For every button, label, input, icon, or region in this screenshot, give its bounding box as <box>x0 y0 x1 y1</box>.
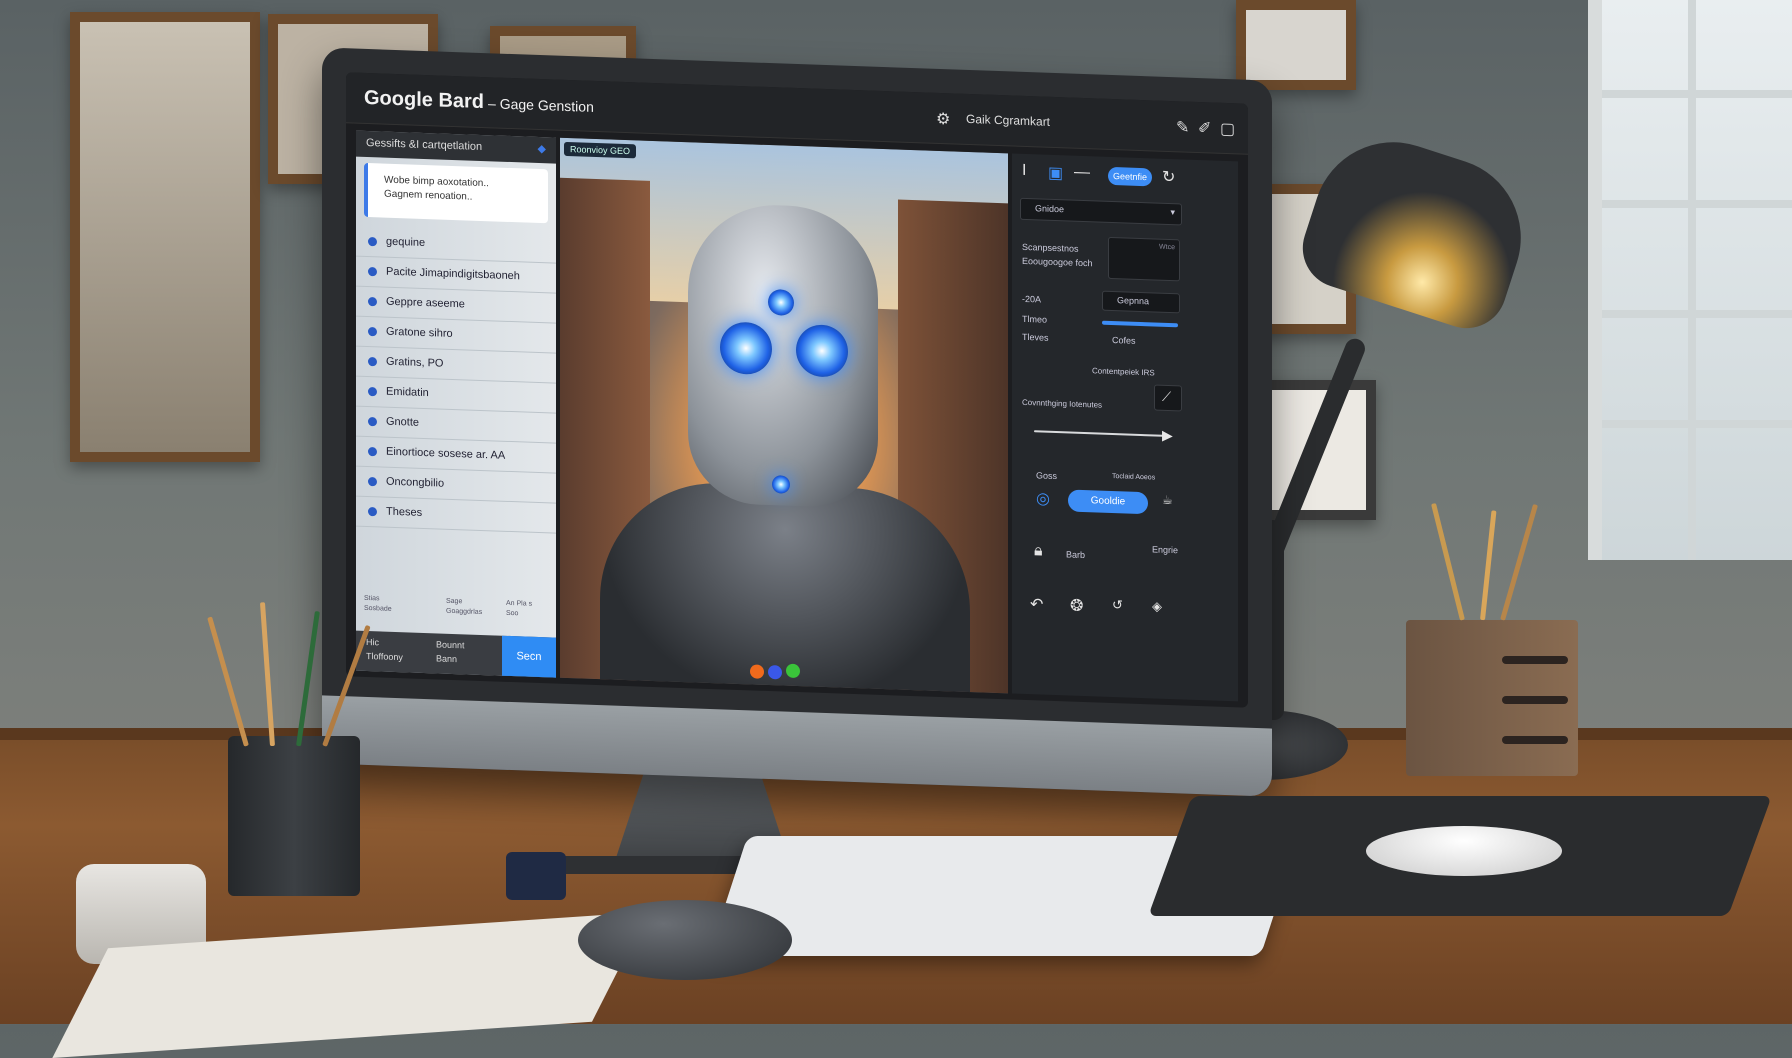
mouse[interactable] <box>1366 826 1562 876</box>
mini-label: An Pla s <box>506 599 533 608</box>
item-bullet-icon <box>368 327 377 337</box>
sidebar-item-label: Gratone sihro <box>386 325 453 340</box>
footer-left-top[interactable]: Hic <box>366 637 379 647</box>
organizer-slot <box>1502 736 1568 744</box>
palette-icon[interactable]: ❂ <box>1070 596 1083 616</box>
frame-tool-icon[interactable]: ▣ <box>1048 163 1063 184</box>
sidebar-item-label: Gratins, PO <box>386 355 444 370</box>
arrow-slider[interactable] <box>1034 430 1164 437</box>
sidebar-footer: Hic Tloffoony Bounnt Bann Secn <box>356 630 556 678</box>
sidebar-item-label: Theses <box>386 505 423 519</box>
robot-chin-light <box>772 475 790 494</box>
share-icon[interactable]: ◈ <box>1152 598 1162 614</box>
dropdown-value: Gnidoe <box>1035 203 1065 215</box>
item-bullet-icon <box>368 387 377 397</box>
footer-middle-bottom: Bann <box>436 653 458 665</box>
window-icon[interactable]: ▢ <box>1220 119 1235 140</box>
item-bullet-icon <box>368 477 377 487</box>
app-subtitle: – Gage Genstion <box>488 95 594 115</box>
send-button[interactable]: Secn <box>502 635 556 678</box>
row-a-right: Gepnna <box>1117 295 1150 307</box>
desk-organizer <box>1406 620 1578 776</box>
item-bullet-icon <box>368 417 377 427</box>
sidebar-header: Gessifts &I cartqetlation ◆ <box>356 130 556 164</box>
control-panel: I ▣ — Geetnfie ↻ Gnidoe ▾ Scanpsestnos E… <box>1012 153 1238 702</box>
sidebar-item-label: Gnotte <box>386 415 420 429</box>
mini-label: Stias <box>364 594 380 603</box>
rotate-icon[interactable]: ↺ <box>1112 597 1123 613</box>
sidebar-item[interactable]: Theses <box>356 496 556 534</box>
generate-button[interactable]: Geetnfie <box>1108 166 1152 187</box>
robot-eye-left <box>720 321 772 376</box>
robot-body <box>600 479 970 694</box>
robot-forehead-light <box>768 288 794 316</box>
label-contentpeiek: Contentpeiek IRS <box>1092 366 1155 378</box>
undo-icon[interactable]: ↶ <box>1030 594 1043 614</box>
footer-left-bottom: Tloffoony <box>366 650 403 663</box>
dropdown[interactable]: Gnidoe ▾ <box>1020 197 1182 226</box>
row-c-right: Cofes <box>1112 335 1136 346</box>
usb-clip <box>506 852 566 900</box>
sidebar-item-label: Einortioce sosese ar. AA <box>386 445 506 462</box>
sidebar-item-label: Emidatin <box>386 385 429 400</box>
mini-label: Sosbade <box>364 604 392 613</box>
color-dot-blue-icon <box>768 664 782 680</box>
sidebar-item-label: Oncongbilio <box>386 475 445 490</box>
sidebar-header-text: Gessifts &I cartqetlation <box>366 136 483 154</box>
canvas-tag: Roonvioy GEO <box>564 141 637 159</box>
pencil-cup <box>228 736 360 896</box>
mouse-dark[interactable] <box>578 900 792 980</box>
target-icon[interactable]: ◎ <box>1036 488 1050 508</box>
wall-photo-frame <box>1236 0 1356 90</box>
mini-label: Soo <box>506 609 519 618</box>
arrow-right-icon: ▶ <box>1162 426 1173 444</box>
brush-icon[interactable]: ✐ <box>1198 118 1211 138</box>
prompt-card[interactable]: Wobe bimp aoxotation.. Gagnem renoation.… <box>364 162 548 224</box>
line-tool-icon[interactable]: — <box>1074 164 1090 183</box>
row-a-field[interactable]: Gepnna <box>1102 290 1180 314</box>
secondary-button[interactable]: Gooldie <box>1068 489 1148 515</box>
lock-icon[interactable]: 🔒︎ <box>1034 542 1043 560</box>
toolbar-title: Gaik Cgramkart <box>966 111 1051 129</box>
footer-middle-top[interactable]: Bounnt <box>436 639 465 650</box>
sidebar-item-label: Geppre aseeme <box>386 295 465 311</box>
color-dot-orange-icon <box>750 664 764 679</box>
label-covnnthging: Covnnthging Iotenutes <box>1022 397 1103 410</box>
screen: Google Bard – Gage Genstion ⚙ Gaik Cgramk… <box>346 72 1248 708</box>
item-bullet-icon <box>368 297 377 307</box>
window <box>1588 0 1792 560</box>
chevron-down-icon: ▾ <box>1170 207 1175 218</box>
item-bullet-icon <box>368 357 377 367</box>
preview-field[interactable]: Wtce <box>1108 236 1180 282</box>
robot-head <box>688 202 878 509</box>
organizer-slot <box>1502 696 1568 704</box>
organizer-slot <box>1502 656 1568 664</box>
item-bullet-icon <box>368 507 377 517</box>
settings-gear-icon[interactable]: ⚙ <box>936 109 950 130</box>
mini-label: Goaggdrlas <box>446 607 483 617</box>
pen-icon[interactable]: ✎ <box>1176 117 1189 137</box>
sidebar: Gessifts &I cartqetlation ◆ Wobe bimp ao… <box>356 130 556 678</box>
sidebar-item-label: Pacite Jimapindigitsbaoneh <box>386 265 520 283</box>
monitor: Google Bard – Gage Genstion ⚙ Gaik Cgramk… <box>322 47 1272 797</box>
preview-field-label: Wtce <box>1159 243 1175 252</box>
text-tool-icon[interactable]: I <box>1022 162 1026 180</box>
color-dot-green-icon <box>786 663 800 679</box>
cup-icon[interactable]: ☕ <box>1162 493 1173 507</box>
mini-label: Sage <box>446 597 463 606</box>
wall-photo-frame <box>70 12 260 462</box>
item-bullet-icon <box>368 237 377 247</box>
app-title: Google Bard – Gage Genstion <box>364 87 594 118</box>
sidebar-item-label: gequine <box>386 235 426 250</box>
pin-icon[interactable]: ◆ <box>538 142 546 155</box>
item-bullet-icon <box>368 267 377 277</box>
app-title-text: Google Bard <box>364 86 485 114</box>
generated-image-canvas[interactable]: Roonvioy GEO <box>560 137 1008 694</box>
item-bullet-icon <box>368 447 377 457</box>
robot-eye-right <box>796 323 848 378</box>
refresh-icon[interactable]: ↻ <box>1162 167 1175 187</box>
